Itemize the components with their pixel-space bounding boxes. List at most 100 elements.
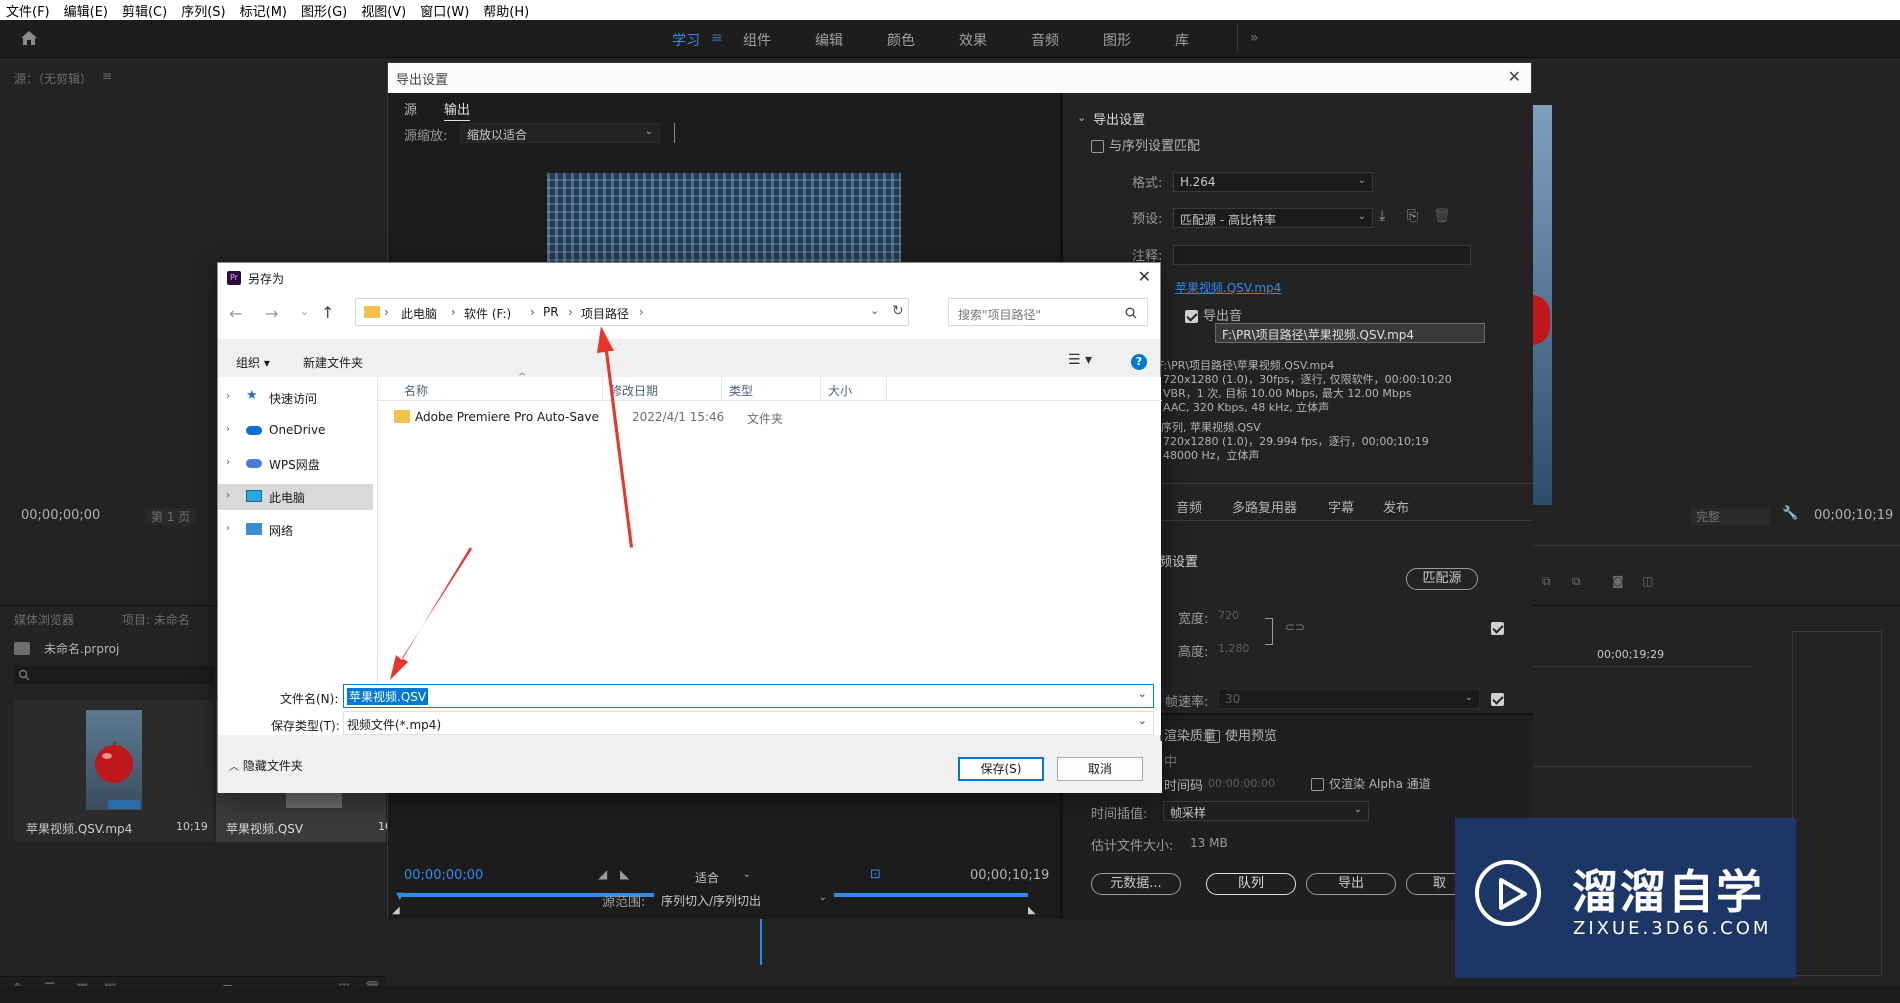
- width-value[interactable]: 720: [1218, 609, 1239, 622]
- menu-markers[interactable]: 标记(M): [240, 1, 287, 20]
- workspace-overflow-icon[interactable]: »: [1250, 30, 1259, 46]
- up-icon[interactable]: ↑: [321, 303, 334, 322]
- mark-out-icon[interactable]: ⧉: [1572, 574, 1581, 589]
- nav-this-pc[interactable]: › 此电脑: [218, 484, 373, 510]
- delete-preset-icon[interactable]: 🗑: [1433, 208, 1451, 224]
- camera-icon[interactable]: ◙: [1612, 574, 1624, 588]
- compare-icon[interactable]: ◫: [1642, 574, 1653, 588]
- home-icon[interactable]: [20, 30, 38, 46]
- breadcrumb-project-path[interactable]: 项目路径: [581, 305, 629, 322]
- checkbox[interactable]: [1311, 778, 1324, 791]
- column-size[interactable]: 大小: [828, 382, 852, 399]
- cancel-button[interactable]: 取消: [1057, 757, 1143, 781]
- nav-wps-drive[interactable]: › WPS网盘: [218, 451, 373, 477]
- source-timecode[interactable]: 00;00;00;00: [21, 508, 100, 523]
- aspect-correction-icon[interactable]: ⊡: [870, 867, 881, 882]
- comment-input[interactable]: [1173, 245, 1471, 265]
- use-previews-checkbox[interactable]: 使用预览: [1207, 725, 1277, 744]
- source-panel-title[interactable]: 源：（无剪辑）: [14, 70, 92, 87]
- chevron-down-icon[interactable]: ⌄: [870, 304, 879, 317]
- panel-menu-icon[interactable]: ≡: [102, 69, 112, 83]
- checkbox[interactable]: [1091, 140, 1104, 153]
- menu-sequence[interactable]: 序列(S): [181, 1, 225, 20]
- output-name-link[interactable]: 苹果视频.QSV.mp4: [1175, 279, 1281, 296]
- tab-source[interactable]: 源: [404, 99, 417, 118]
- nav-onedrive[interactable]: › OneDrive: [218, 418, 373, 444]
- alpha-only-checkbox[interactable]: 仅渲染 Alpha 通道: [1311, 775, 1431, 792]
- project-search-input[interactable]: [14, 666, 214, 684]
- chevron-down-icon[interactable]: ⌄: [1138, 687, 1147, 700]
- close-icon[interactable]: ✕: [1508, 67, 1521, 86]
- search-input[interactable]: 搜索"项目路径": [948, 298, 1148, 326]
- save-button[interactable]: 保存(S): [958, 757, 1044, 781]
- chevron-right-icon[interactable]: ›: [226, 490, 230, 501]
- mark-in-icon[interactable]: ◢: [598, 867, 607, 881]
- back-icon[interactable]: ←: [229, 304, 242, 323]
- preset-dropdown[interactable]: 匹配源 - 高比特率 ⌄: [1173, 208, 1373, 228]
- filename-input[interactable]: 苹果视频.QSV ⌄: [343, 684, 1154, 708]
- breadcrumb-pr[interactable]: PR: [543, 305, 559, 319]
- column-name[interactable]: 名称: [404, 382, 428, 399]
- menu-edit[interactable]: 编辑(E): [64, 1, 108, 20]
- workspace-tab-audio[interactable]: 音频: [1031, 30, 1059, 50]
- workspace-tab-editing[interactable]: 编辑: [815, 30, 843, 50]
- menu-graphics[interactable]: 图形(G): [301, 1, 347, 20]
- workspace-menu-icon[interactable]: ≡: [711, 30, 723, 46]
- export-button[interactable]: 导出: [1306, 873, 1396, 895]
- column-divider[interactable]: [820, 377, 821, 401]
- checkbox[interactable]: [1207, 730, 1220, 743]
- mark-in-icon[interactable]: ⧉: [1542, 574, 1551, 589]
- metadata-button[interactable]: 元数据...: [1091, 873, 1181, 895]
- tab-output[interactable]: 输出: [444, 99, 471, 121]
- height-value[interactable]: 1,280: [1218, 642, 1250, 655]
- hide-folders-toggle[interactable]: ︿ 隐藏文件夹: [229, 757, 303, 774]
- menu-window[interactable]: 窗口(W): [420, 1, 469, 20]
- collapse-icon[interactable]: ⌄: [1077, 111, 1086, 124]
- breadcrumb-this-pc[interactable]: 此电脑: [401, 305, 437, 322]
- wrench-icon[interactable]: 🔧: [1782, 506, 1798, 521]
- chevron-right-icon[interactable]: ›: [226, 391, 230, 402]
- import-preset-icon[interactable]: ⎘: [1407, 208, 1418, 224]
- framerate-dropdown[interactable]: 30 ⌄: [1218, 689, 1480, 709]
- help-icon[interactable]: ?: [1131, 354, 1147, 370]
- checkbox[interactable]: [1491, 621, 1504, 635]
- match-sequence-checkbox[interactable]: 与序列设置匹配: [1091, 135, 1200, 154]
- nav-network[interactable]: › 网络: [218, 517, 373, 543]
- menu-clip[interactable]: 剪辑(C): [122, 1, 167, 20]
- export-audio-checkbox[interactable]: 导出音: [1185, 305, 1242, 324]
- menu-help[interactable]: 帮助(H): [483, 1, 529, 20]
- workspace-tab-color[interactable]: 颜色: [887, 30, 915, 50]
- tab-captions[interactable]: 字幕: [1328, 497, 1354, 516]
- match-source-button[interactable]: 匹配源: [1406, 568, 1478, 590]
- tab-multiplexer[interactable]: 多路复用器: [1232, 497, 1297, 516]
- column-divider[interactable]: [721, 377, 722, 401]
- chevron-right-icon[interactable]: ›: [226, 523, 230, 534]
- source-page-select[interactable]: 第 1 页: [145, 508, 197, 525]
- chevron-right-icon[interactable]: ›: [226, 457, 230, 468]
- menu-view[interactable]: 视图(V): [361, 1, 406, 20]
- filetype-dropdown[interactable]: 视频文件(*.mp4) ⌄: [343, 711, 1154, 735]
- checkbox[interactable]: [1185, 310, 1198, 323]
- workspace-tab-assembly[interactable]: 组件: [743, 30, 771, 50]
- start-timecode-value[interactable]: 00:00:00:00: [1208, 777, 1275, 790]
- tab-audio[interactable]: 音频: [1176, 497, 1202, 516]
- width-match-checkbox[interactable]: [1491, 620, 1509, 636]
- view-options-icon[interactable]: ☰ ▾: [1068, 352, 1092, 368]
- chevron-right-icon[interactable]: ›: [226, 424, 230, 435]
- export-settings-section[interactable]: 导出设置: [1093, 109, 1145, 128]
- mark-out-icon[interactable]: ◣: [620, 867, 629, 881]
- column-date[interactable]: 修改日期: [610, 382, 658, 399]
- chevron-down-icon[interactable]: ⌄: [1138, 714, 1147, 727]
- recent-locations-icon[interactable]: ⌄: [300, 305, 309, 318]
- list-item[interactable]: Adobe Premiere Pro Auto-Save 2022/4/1 15…: [388, 405, 1162, 429]
- source-range-dropdown[interactable]: 序列切入/序列切出 ⌄: [654, 889, 834, 909]
- column-divider[interactable]: [886, 377, 887, 401]
- refresh-icon[interactable]: ↻: [892, 303, 904, 319]
- forward-icon[interactable]: →: [265, 304, 278, 323]
- breadcrumb-drive[interactable]: 软件 (F:): [464, 305, 511, 322]
- close-icon[interactable]: ✕: [1138, 267, 1151, 286]
- workspace-tab-libraries[interactable]: 库: [1175, 30, 1189, 50]
- queue-button[interactable]: 队列: [1206, 873, 1296, 895]
- video-settings-section[interactable]: 频设置: [1159, 551, 1198, 570]
- breadcrumb[interactable]: › 此电脑 › 软件 (F:) › PR › 项目路径 › ⌄ ↻: [355, 298, 909, 326]
